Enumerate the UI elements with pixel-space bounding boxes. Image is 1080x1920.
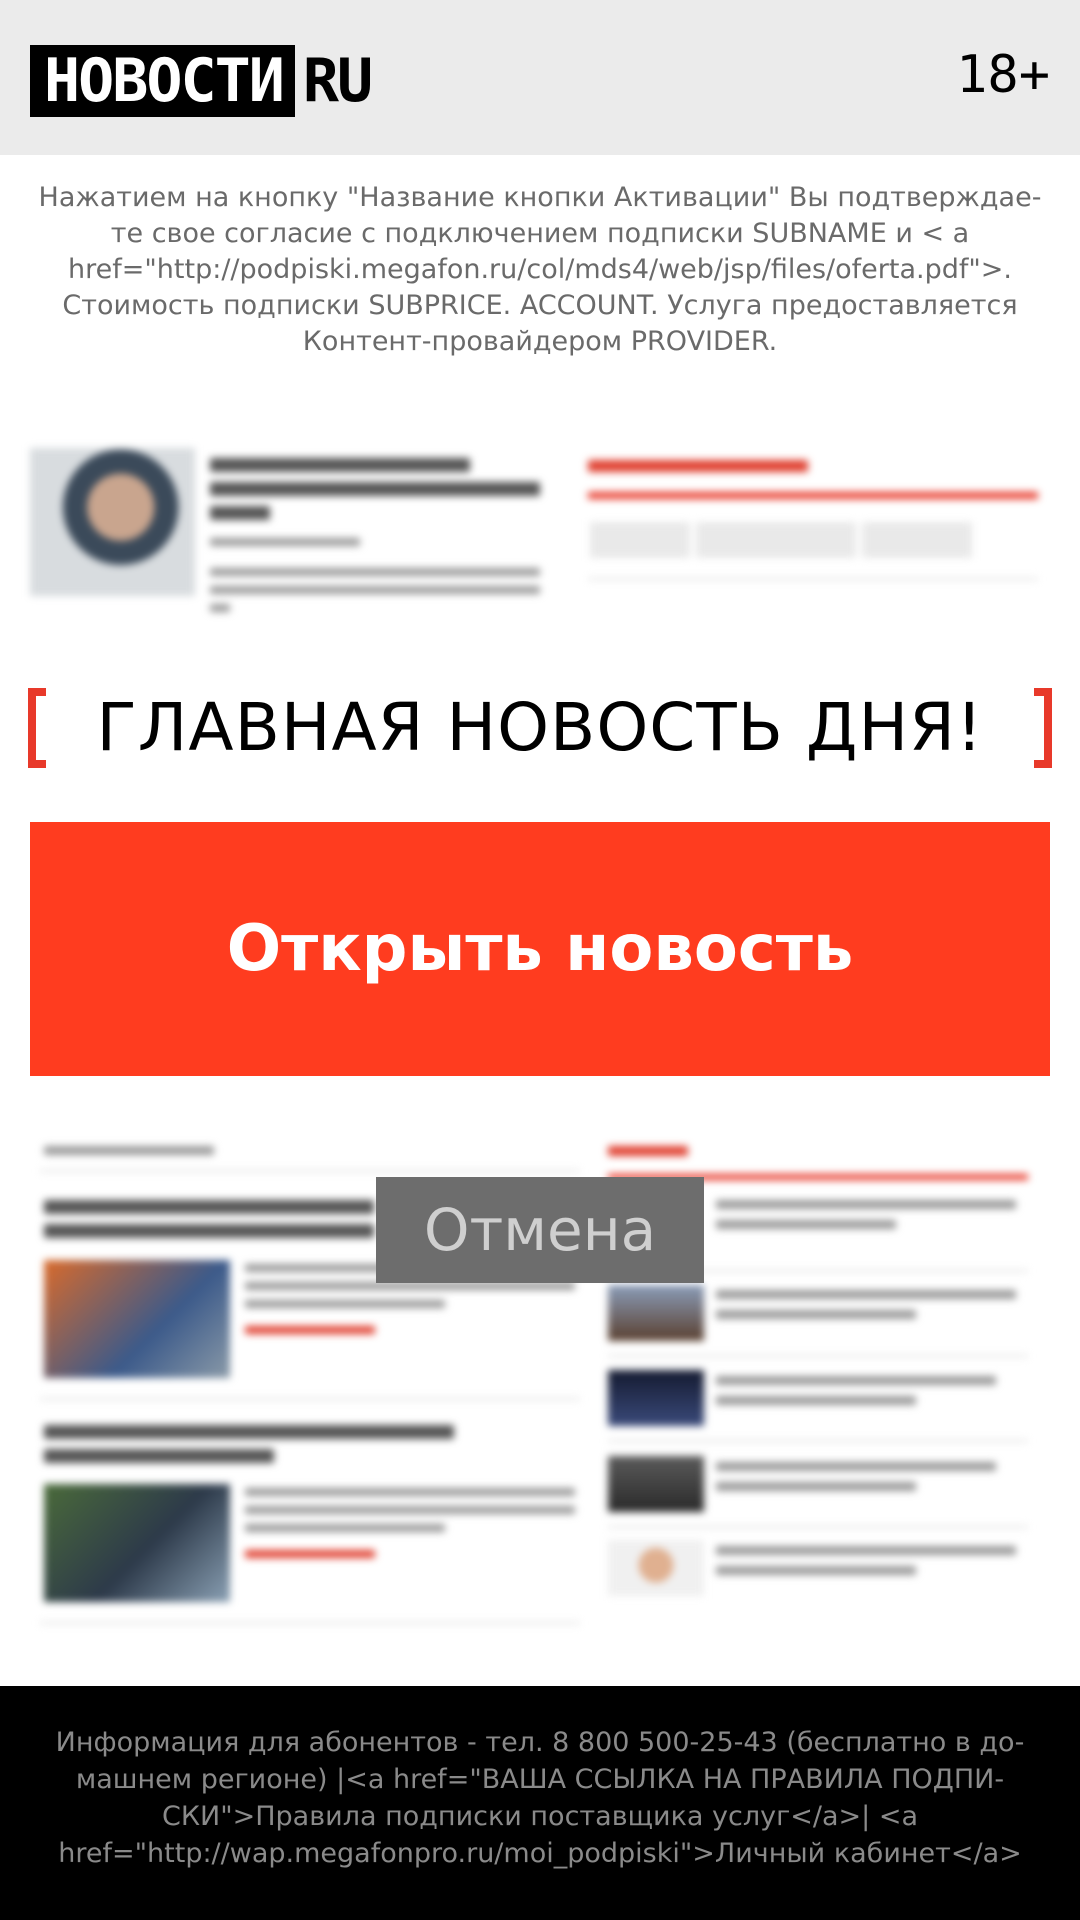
subscriber-info-text: Информация для абонентов - тел. 8 800 50…	[55, 1727, 1025, 1869]
placeholder-line	[44, 1200, 374, 1214]
placeholder-line	[210, 538, 360, 546]
age-rating-badge: 18+	[956, 45, 1050, 105]
placeholder-line	[210, 586, 540, 594]
news-thumbnail	[608, 1540, 704, 1596]
divider	[40, 1398, 580, 1400]
tab-chip	[590, 522, 690, 558]
placeholder-line	[44, 1224, 374, 1238]
placeholder-line	[210, 506, 270, 520]
placeholder-line	[716, 1566, 916, 1575]
news-thumbnail	[30, 448, 195, 596]
tab-chip	[696, 522, 856, 558]
placeholder-line	[716, 1482, 916, 1491]
placeholder-line	[245, 1524, 445, 1532]
right-bracket	[1034, 688, 1052, 768]
placeholder-line	[245, 1282, 575, 1290]
placeholder-line	[716, 1376, 996, 1385]
footer: Информация для абонентов - тел. 8 800 50…	[0, 1686, 1080, 1920]
placeholder-line	[716, 1462, 996, 1471]
placeholder-line	[716, 1546, 1016, 1555]
placeholder-line	[716, 1290, 1016, 1299]
divider	[40, 1622, 580, 1624]
divider	[608, 1440, 1028, 1442]
placeholder-line	[588, 460, 808, 472]
site-logo[interactable]: НОВОСТИ RU	[30, 45, 373, 117]
placeholder-line	[245, 1326, 375, 1334]
placeholder-line	[716, 1310, 916, 1319]
placeholder-line	[245, 1506, 575, 1514]
divider	[588, 578, 1038, 580]
placeholder-line	[245, 1488, 575, 1496]
divider	[608, 1355, 1028, 1357]
open-news-button[interactable]: Открыть новость	[30, 822, 1050, 1076]
red-divider	[588, 492, 1038, 499]
placeholder-line	[210, 482, 540, 496]
placeholder-line	[44, 1449, 274, 1463]
placeholder-line	[44, 1146, 214, 1155]
tab-chip	[862, 522, 972, 558]
placeholder-line	[210, 604, 230, 612]
cancel-button[interactable]: Отмена	[376, 1177, 704, 1283]
placeholder-line	[716, 1200, 1016, 1209]
logo-suffix: RU	[302, 46, 373, 116]
placeholder-line	[716, 1220, 896, 1229]
main-news-heading: ГЛАВНАЯ НОВОСТЬ ДНЯ!	[28, 688, 1052, 778]
news-thumbnail	[44, 1260, 230, 1378]
placeholder-line	[608, 1146, 688, 1156]
news-thumbnail	[608, 1285, 704, 1341]
placeholder-line	[716, 1396, 916, 1405]
main-news-label: ГЛАВНАЯ НОВОСТЬ ДНЯ!	[96, 689, 984, 766]
placeholder-line	[245, 1300, 445, 1308]
blurred-news-preview-top	[30, 448, 1050, 648]
left-bracket	[28, 688, 46, 768]
placeholder-line	[44, 1425, 454, 1439]
header: НОВОСТИ RU 18+	[0, 0, 1080, 155]
news-thumbnail	[608, 1370, 704, 1426]
placeholder-line	[210, 458, 470, 472]
placeholder-line	[210, 568, 540, 576]
divider	[608, 1526, 1028, 1528]
logo-main: НОВОСТИ	[30, 45, 295, 117]
news-thumbnail	[608, 1456, 704, 1512]
placeholder-line	[245, 1550, 375, 1558]
divider	[40, 1170, 580, 1172]
news-thumbnail	[44, 1484, 230, 1602]
subscription-terms-text: Нажатием на кнопку "Название кнопки Акти…	[38, 182, 1042, 357]
